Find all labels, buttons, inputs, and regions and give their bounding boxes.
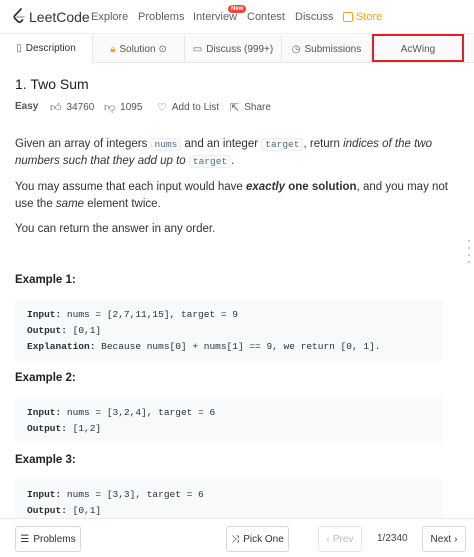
description-text: You may assume that each input would hav…	[15, 181, 246, 193]
description-paragraph-3: You can return the answer in any order.	[15, 223, 216, 235]
lock-icon: 🔒︎	[110, 43, 116, 55]
handle-dot	[468, 247, 470, 249]
difficulty-badge: Easy	[15, 101, 39, 112]
pick-one-label: Pick One	[243, 533, 284, 545]
chevron-left-icon: ‹	[326, 533, 330, 545]
thumbs-up-icon: 👍︎	[50, 102, 62, 114]
handle-dot	[468, 240, 470, 242]
description-paragraph-2: You may assume that each input would hav…	[15, 179, 465, 213]
store-label: Store	[356, 11, 383, 23]
prev-button[interactable]: ‹ Prev	[318, 526, 362, 552]
problem-title: 1. Two Sum	[15, 76, 89, 92]
description-paragraph-1: Given an array of integers nums and an i…	[15, 136, 465, 170]
example-label: Input:	[27, 407, 62, 418]
heart-icon: ♡	[157, 102, 167, 114]
add-to-list-label: Add to List	[171, 102, 220, 113]
description-emphasis: same	[55, 198, 85, 210]
problems-button[interactable]: ☰ Problems	[15, 526, 81, 552]
play-circle-icon: ⊙	[158, 43, 167, 55]
description-text: , return	[303, 138, 344, 150]
example-3-title: Example 3:	[15, 454, 76, 466]
like-button[interactable]: 👍︎ 34760	[50, 101, 94, 114]
page-indicator: 1/2340	[377, 533, 408, 544]
inline-code-nums: nums	[150, 138, 182, 151]
example-value: [0,1]	[66, 325, 102, 336]
dislike-button[interactable]: 👎︎ 1095	[104, 101, 142, 114]
clock-icon: ◷	[291, 43, 301, 55]
tab-discuss-label: Discuss (999+)	[206, 43, 274, 55]
example-value: [1,2]	[66, 423, 102, 434]
tab-discuss[interactable]: ▭ Discuss (999+)	[185, 35, 282, 63]
next-button[interactable]: Next ›	[422, 526, 466, 552]
new-badge: New	[228, 5, 247, 13]
thumbs-down-icon: 👎︎	[104, 102, 116, 114]
description-strong-emphasis: exactly	[246, 181, 286, 193]
chevron-right-icon: ›	[454, 533, 458, 545]
example-label: Output:	[27, 325, 67, 336]
like-count: 34760	[66, 102, 95, 113]
resize-handle[interactable]	[468, 240, 471, 268]
nav-contest[interactable]: Contest	[247, 11, 285, 23]
example-1-title: Example 1:	[15, 274, 76, 286]
tab-submissions[interactable]: ◷ Submissions	[282, 35, 372, 63]
example-label: Input:	[27, 489, 62, 500]
chat-icon: ▭	[192, 43, 203, 55]
nav-problems[interactable]: Problems	[138, 11, 184, 23]
description-text: and an integer	[181, 138, 262, 150]
example-value: Because nums[0] + nums[1] == 9, we retur…	[95, 341, 381, 352]
tab-description[interactable]: ▯ Description	[0, 35, 93, 63]
add-to-list-button[interactable]: ♡ Add to List	[157, 101, 219, 114]
description-text: .	[231, 155, 235, 167]
dislike-count: 1095	[120, 102, 143, 113]
example-2-title: Example 2:	[15, 372, 76, 384]
inline-code-target: target	[261, 138, 304, 151]
inline-code-target: target	[188, 155, 232, 168]
description-text: Given an array of integers	[15, 138, 151, 150]
logo-text: LeetCode	[29, 8, 90, 25]
example-label: Output:	[27, 423, 67, 434]
example-label: Output:	[27, 505, 67, 516]
bottom-bar: ☰ Problems ⤨ Pick One ‹ Prev 1/2340 Next…	[0, 518, 474, 557]
tab-description-label: Description	[25, 43, 76, 54]
prev-label: Prev	[332, 533, 354, 545]
nav-discuss[interactable]: Discuss	[295, 11, 334, 23]
next-label: Next	[430, 533, 452, 545]
handle-dot	[468, 261, 470, 263]
description-strong: one solution	[285, 181, 357, 193]
top-nav: LeetCode Explore Problems Interview New …	[0, 0, 474, 34]
share-button[interactable]: ⇱ Share	[230, 101, 271, 114]
example-value: [0,1]	[66, 505, 102, 516]
logo[interactable]: LeetCode	[12, 8, 90, 25]
share-label: Share	[244, 102, 271, 113]
nav-explore[interactable]: Explore	[91, 11, 128, 23]
acwing-highlight-box	[372, 34, 464, 62]
pick-one-button[interactable]: ⤨ Pick One	[226, 526, 289, 552]
shuffle-icon: ⤨	[231, 533, 240, 545]
example-value: nums = [3,2,4], target = 6	[61, 407, 216, 418]
tab-submissions-label: Submissions	[304, 43, 362, 55]
problems-label: Problems	[33, 533, 76, 545]
description-text: element twice.	[84, 198, 161, 210]
tab-solution-label: Solution	[119, 43, 156, 55]
list-icon: ☰	[20, 533, 30, 545]
example-1-block: Input: nums = [2,7,11,15], target = 9 Ou…	[15, 299, 443, 361]
example-label: Input:	[27, 309, 62, 320]
document-icon: ▯	[16, 43, 22, 54]
example-2-block: Input: nums = [3,2,4], target = 6 Output…	[15, 397, 443, 443]
share-icon: ⇱	[230, 102, 240, 114]
example-label: Explanation:	[27, 341, 96, 352]
handle-dot	[468, 254, 470, 256]
nav-store[interactable]: Store	[343, 11, 382, 23]
tab-solution[interactable]: 🔒︎ Solution ⊙	[93, 35, 185, 63]
example-value: nums = [2,7,11,15], target = 9	[61, 309, 238, 320]
example-value: nums = [3,3], target = 6	[61, 489, 204, 500]
shopping-bag-icon	[343, 12, 353, 22]
leetcode-logo-icon	[13, 8, 25, 24]
